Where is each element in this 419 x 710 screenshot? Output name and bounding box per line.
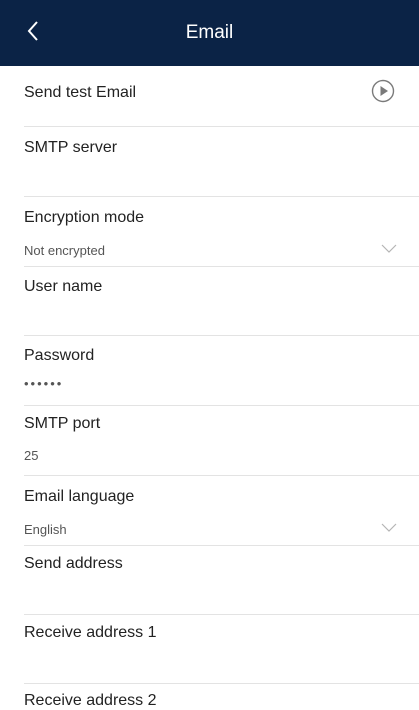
receive-address-2-label: Receive address 2 — [24, 692, 157, 709]
email-language-label: Email language — [24, 488, 135, 505]
send-address-field[interactable]: Send address — [0, 546, 419, 614]
user-name-field[interactable]: User name — [0, 267, 419, 335]
encryption-mode-label: Encryption mode — [24, 209, 145, 226]
smtp-port-label: SMTP port — [24, 415, 101, 432]
send-address-label: Send address — [24, 555, 123, 572]
password-field[interactable]: Password •••••• — [0, 336, 419, 405]
smtp-server-label: SMTP server — [24, 139, 118, 156]
email-language-select[interactable]: Email language English — [0, 476, 419, 545]
encryption-mode-value: Not encrypted — [24, 243, 105, 258]
receive-address-1-label: Receive address 1 — [24, 624, 157, 641]
user-name-label: User name — [24, 278, 103, 295]
page-title: Email — [185, 22, 234, 43]
smtp-port-field[interactable]: SMTP port 25 — [0, 406, 419, 475]
send-test-email-row[interactable]: Send test Email — [0, 66, 419, 126]
smtp-server-field[interactable]: SMTP server — [0, 127, 419, 196]
password-value: •••••• — [24, 376, 64, 391]
smtp-port-value: 25 — [24, 448, 39, 463]
receive-address-2-field[interactable]: Receive address 2 — [0, 684, 419, 710]
send-test-email-label: Send test Email — [24, 84, 137, 101]
password-label: Password — [24, 347, 95, 364]
chevron-down-icon — [381, 244, 397, 253]
receive-address-1-field[interactable]: Receive address 1 — [0, 615, 419, 683]
chevron-down-icon — [381, 523, 397, 532]
app-header: Email — [0, 0, 419, 66]
encryption-mode-select[interactable]: Encryption mode Not encrypted — [0, 197, 419, 266]
play-circle-icon[interactable] — [371, 79, 395, 103]
email-language-value: English — [24, 522, 67, 537]
